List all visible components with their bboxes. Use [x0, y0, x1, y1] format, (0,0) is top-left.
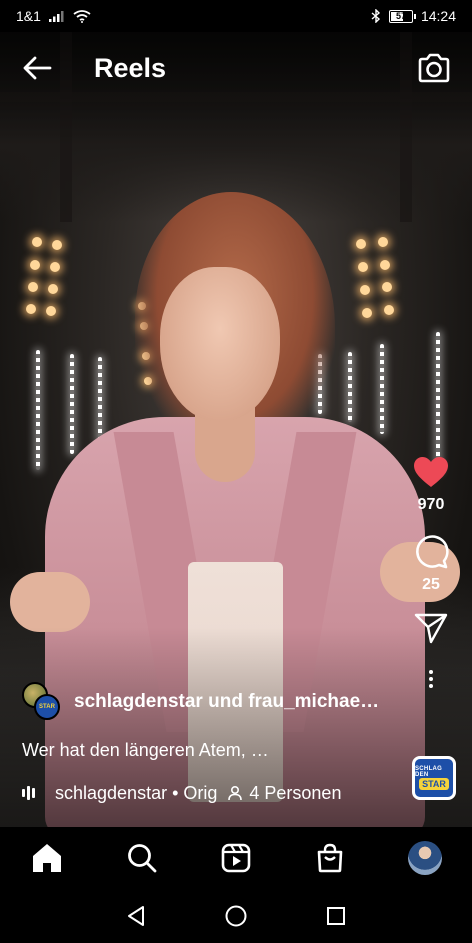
nav-profile[interactable]	[401, 834, 449, 882]
comments-count: 25	[422, 576, 440, 593]
person-hand	[10, 572, 90, 632]
clock: 14:24	[420, 8, 456, 24]
back-button[interactable]	[20, 51, 54, 85]
nav-reels[interactable]	[212, 834, 260, 882]
status-bar: 1&1 57 14:24	[0, 0, 472, 32]
arrow-left-icon	[23, 56, 52, 80]
shop-icon	[318, 843, 343, 873]
likes-count: 970	[417, 496, 445, 513]
author-avatars[interactable]: STAR	[22, 682, 64, 722]
carrier-label: 1&1	[16, 8, 41, 24]
author-names[interactable]: schlagdenstar und frau_michae…	[74, 691, 379, 713]
logo-text-top: SCHLAG DEN	[415, 766, 443, 778]
page-title: Reels	[94, 52, 167, 83]
battery-level: 57	[395, 11, 406, 21]
comment-button[interactable]	[411, 532, 451, 572]
paper-plane-icon	[414, 613, 448, 644]
share-button[interactable]	[411, 608, 451, 648]
more-options-button[interactable]	[421, 664, 441, 694]
camera-icon	[418, 53, 450, 83]
person-face	[160, 267, 280, 422]
author-row[interactable]: STAR schlagdenstar und frau_michae…	[22, 682, 379, 722]
camera-button[interactable]	[416, 50, 452, 86]
bottom-navigation	[0, 827, 472, 889]
avatar: STAR	[34, 694, 60, 720]
like-button[interactable]	[411, 452, 451, 492]
person-tag-icon	[227, 785, 243, 801]
logo-text-bottom: STAR	[419, 778, 449, 790]
nav-search[interactable]	[118, 834, 166, 882]
recents-square-icon	[327, 907, 345, 925]
more-dot-icon	[429, 677, 433, 681]
audio-thumbnail[interactable]: SCHLAG DEN STAR	[412, 756, 456, 800]
reels-icon	[221, 843, 251, 873]
more-dot-icon	[429, 670, 433, 674]
system-back-button[interactable]	[122, 902, 150, 930]
battery-icon: 57	[388, 9, 416, 23]
audio-wave-icon	[22, 786, 35, 800]
audio-label[interactable]: schlagdenstar • Orig	[55, 783, 217, 804]
system-recents-button[interactable]	[322, 902, 350, 930]
wifi-icon	[73, 9, 91, 23]
signal-icon	[48, 11, 64, 22]
system-navigation	[0, 889, 472, 943]
search-icon	[127, 844, 156, 873]
home-circle-icon	[225, 905, 247, 927]
status-right: 57 14:24	[371, 8, 456, 24]
more-dot-icon	[429, 684, 433, 688]
reel-caption[interactable]: Wer hat den längeren Atem, …	[22, 740, 269, 761]
audio-row[interactable]: schlagdenstar • Orig 4 Personen	[22, 778, 341, 808]
reels-screen: 1&1 57 14:24 Reels 970 25 STAR schlagden…	[0, 0, 472, 943]
bluetooth-icon	[371, 9, 380, 23]
tagged-people[interactable]: 4 Personen	[249, 783, 341, 804]
nav-shop[interactable]	[306, 834, 354, 882]
system-home-button[interactable]	[222, 902, 250, 930]
heart-icon	[414, 457, 448, 487]
nav-home[interactable]	[23, 834, 71, 882]
reels-header: Reels	[0, 36, 472, 100]
home-icon	[33, 844, 62, 872]
comment-icon	[416, 535, 449, 569]
back-triangle-icon	[128, 906, 144, 926]
profile-avatar	[407, 841, 442, 875]
action-rail: 970 25	[410, 452, 452, 694]
status-left: 1&1	[16, 8, 91, 24]
